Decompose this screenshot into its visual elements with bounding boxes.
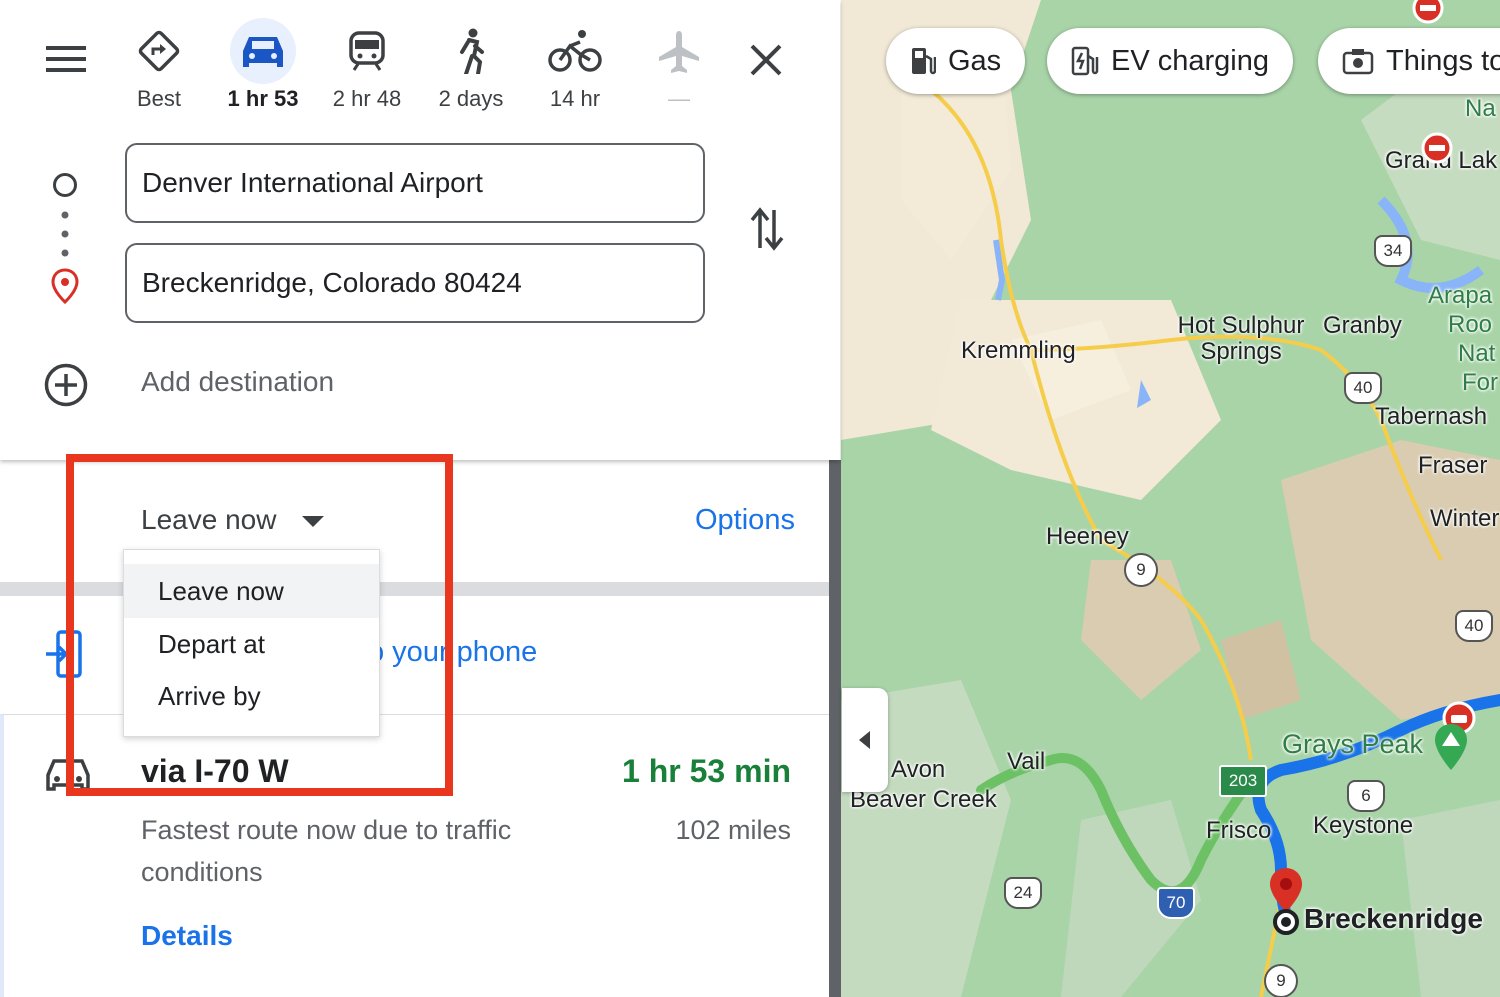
chip-gas-label: Gas <box>948 44 1002 77</box>
car-icon <box>230 18 296 84</box>
place-keystone: Keystone <box>1313 812 1414 839</box>
panel-scrollbar[interactable] <box>829 460 841 997</box>
directions-icon <box>126 18 192 84</box>
send-to-phone-link[interactable]: o your phone <box>368 636 537 669</box>
highway-shield-40a: 40 <box>1344 372 1382 404</box>
highway-shield-203: 203 <box>1219 765 1267 797</box>
place-winter: Winter <box>1430 505 1500 532</box>
route-dots-icon <box>61 210 69 258</box>
destination-map-pin-icon <box>1268 866 1304 936</box>
details-link[interactable]: Details <box>141 920 233 952</box>
bike-icon <box>542 18 608 84</box>
chevron-left-icon <box>859 731 870 749</box>
option-leave-now[interactable]: Leave now <box>124 564 379 618</box>
mode-transit-label: 2 hr 48 <box>332 86 402 111</box>
interstate-shield-70: 70 <box>1157 887 1195 919</box>
chip-gas[interactable]: Gas <box>886 28 1026 94</box>
mode-cycling[interactable]: 14 hr <box>530 18 620 112</box>
route-via: via I-70 W <box>141 753 289 789</box>
place-kremmling: Kremmling <box>961 337 1076 364</box>
mode-walking-label: 2 days <box>438 86 504 111</box>
route-option[interactable]: via I-70 W 1 hr 53 min Fastest route now… <box>0 714 829 997</box>
destination-text: Breckenridge, Colorado 80424 <box>142 267 522 298</box>
walk-icon <box>438 18 504 84</box>
place-nat: Nat <box>1458 340 1496 367</box>
directions-header: Best 1 hr 53 2 hr 48 2 days 14 hr — Denv… <box>0 0 840 460</box>
place-hot-sulphur-springs: Hot Sulphur Springs <box>1177 312 1305 365</box>
mode-driving[interactable]: 1 hr 53 <box>218 18 308 112</box>
close-icon[interactable] <box>748 42 784 78</box>
directions-panel: Best 1 hr 53 2 hr 48 2 days 14 hr — Denv… <box>0 0 840 997</box>
train-icon <box>334 18 400 84</box>
place-breckenridge: Breckenridge <box>1304 903 1483 934</box>
gas-icon <box>912 48 936 75</box>
camera-icon <box>1342 49 1374 75</box>
origin-circle-icon <box>52 172 78 198</box>
chip-things-to-do[interactable]: Things to <box>1318 28 1500 94</box>
place-arapa: Arapa <box>1428 282 1493 309</box>
place-na: Na <box>1465 95 1496 122</box>
place-heeney: Heeney <box>1046 523 1129 550</box>
route-distance: 102 miles <box>675 815 791 845</box>
mode-flights-label: — <box>668 86 690 111</box>
collapse-panel-button[interactable] <box>842 688 888 792</box>
chip-ev-label: EV charging <box>1111 44 1269 77</box>
origin-input[interactable]: Denver International Airport <box>125 143 705 223</box>
option-depart-at[interactable]: Depart at <box>124 618 379 670</box>
destination-input[interactable]: Breckenridge, Colorado 80424 <box>125 243 705 323</box>
highway-shield-34: 34 <box>1374 235 1412 267</box>
mode-driving-label: 1 hr 53 <box>227 86 299 111</box>
place-vail: Vail <box>1007 748 1046 775</box>
road-closure-icon <box>1421 132 1453 164</box>
ev-charging-icon <box>1071 46 1099 76</box>
menu-icon[interactable] <box>46 44 86 74</box>
place-for: For <box>1462 369 1498 396</box>
highway-shield-9b: 9 <box>1264 964 1298 997</box>
road-closure-icon-top <box>1412 0 1444 24</box>
place-grays-peak: Grays Peak <box>1282 729 1424 759</box>
highway-shield-40b: 40 <box>1455 610 1493 642</box>
mode-flights[interactable]: — <box>634 18 724 112</box>
place-granby: Granby <box>1323 312 1402 339</box>
mode-cycling-label: 14 hr <box>549 86 601 111</box>
highway-shield-24: 24 <box>1004 877 1042 909</box>
timing-selected: Leave now <box>141 504 277 535</box>
dropdown-arrow-icon <box>302 515 325 527</box>
mode-transit[interactable]: 2 hr 48 <box>322 18 412 112</box>
add-destination-icon[interactable] <box>43 362 89 408</box>
place-tabernash: Tabernash <box>1375 403 1488 430</box>
route-description: Fastest route now due to traffic conditi… <box>141 815 512 887</box>
add-destination-label[interactable]: Add destination <box>141 366 334 398</box>
chip-things-label: Things to <box>1386 44 1500 77</box>
origin-text: Denver International Airport <box>142 167 483 198</box>
mode-best-label: Best <box>136 86 182 111</box>
route-duration: 1 hr 53 min <box>622 753 791 789</box>
destination-pin-icon <box>51 268 79 305</box>
place-roo: Roo <box>1448 311 1493 338</box>
swap-icon[interactable] <box>748 206 786 252</box>
timing-selector[interactable]: Leave now <box>141 504 325 536</box>
plane-icon <box>646 18 712 84</box>
mode-walking[interactable]: 2 days <box>426 18 516 112</box>
chip-ev-charging[interactable]: EV charging <box>1047 28 1293 94</box>
place-avon: Avon <box>891 756 946 783</box>
map-view[interactable]: Gas EV charging Things to Na Grand Lak K… <box>841 0 1500 997</box>
options-link[interactable]: Options <box>695 504 795 537</box>
option-arrive-by[interactable]: Arrive by <box>124 670 379 722</box>
timing-dropdown-menu: Leave now Depart at Arrive by <box>123 549 380 737</box>
mode-best[interactable]: Best <box>114 18 204 112</box>
highway-shield-9a: 9 <box>1124 553 1158 587</box>
send-to-phone-icon[interactable] <box>44 630 84 678</box>
car-outline-icon <box>46 757 90 793</box>
place-frisco: Frisco <box>1206 817 1272 844</box>
place-fraser: Fraser <box>1418 452 1488 479</box>
peak-marker-icon <box>1433 722 1469 772</box>
highway-shield-6: 6 <box>1347 780 1385 812</box>
